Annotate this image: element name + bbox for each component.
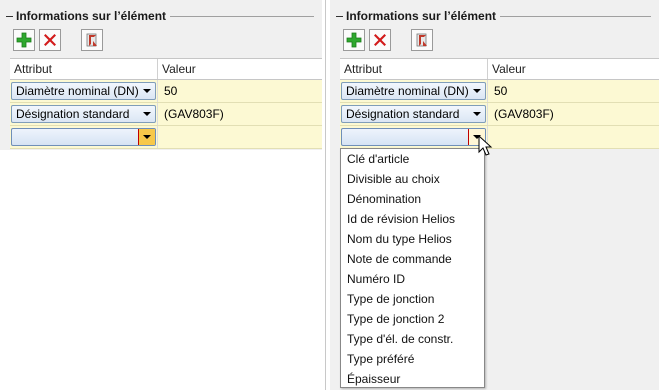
new-attribute-combobox[interactable] bbox=[11, 128, 156, 146]
chevron-down-icon bbox=[143, 135, 151, 139]
dropdown-option[interactable]: Épaisseur bbox=[341, 369, 484, 389]
attribute-grid: Attribut Valeur Diamètre nominal (DN) 50… bbox=[10, 58, 322, 149]
dropdown-option[interactable]: Divisible au choix bbox=[341, 169, 484, 189]
add-icon bbox=[346, 32, 362, 48]
dropdown-option[interactable]: Type de jonction 2 bbox=[341, 309, 484, 329]
dropdown-option[interactable]: Dénomination bbox=[341, 189, 484, 209]
grid-header: Attribut Valeur bbox=[10, 58, 322, 80]
table-row[interactable] bbox=[10, 126, 322, 149]
dropdown-option[interactable]: Type préféré bbox=[341, 349, 484, 369]
column-header-attribute: Attribut bbox=[340, 59, 488, 79]
value-cell[interactable]: (GAV803F) bbox=[488, 103, 554, 125]
chevron-down-icon bbox=[143, 89, 151, 93]
toolbar bbox=[343, 29, 437, 51]
table-row[interactable] bbox=[340, 126, 659, 149]
delete-button[interactable] bbox=[369, 29, 391, 51]
attribute-combobox[interactable]: Désignation standard bbox=[341, 105, 486, 123]
dropdown-option[interactable]: Id de révision Helios bbox=[341, 209, 484, 229]
chevron-down-icon bbox=[473, 112, 481, 116]
group-title: Informations sur l’élément bbox=[346, 9, 497, 23]
table-row[interactable]: Désignation standard (GAV803F) bbox=[340, 103, 659, 126]
value-cell[interactable]: 50 bbox=[488, 80, 507, 102]
toolbar bbox=[13, 29, 107, 51]
value-cell[interactable]: (GAV803F) bbox=[158, 103, 224, 125]
attribute-grid: Attribut Valeur Diamètre nominal (DN) 50… bbox=[340, 58, 659, 149]
table-row[interactable]: Diamètre nominal (DN) 50 bbox=[10, 80, 322, 103]
value-cell[interactable]: 50 bbox=[158, 80, 177, 102]
edit-button[interactable] bbox=[411, 29, 433, 51]
add-icon bbox=[16, 32, 32, 48]
new-attribute-combobox[interactable] bbox=[341, 128, 486, 146]
dropdown-option[interactable]: Type de jonction bbox=[341, 289, 484, 309]
dropdown-option[interactable]: Note de commande bbox=[341, 249, 484, 269]
add-button[interactable] bbox=[13, 29, 35, 51]
edit-button[interactable] bbox=[81, 29, 103, 51]
chevron-down-icon bbox=[143, 112, 151, 116]
edit-icon bbox=[416, 33, 427, 47]
dropdown-option[interactable]: Numéro ID bbox=[341, 269, 484, 289]
add-button[interactable] bbox=[343, 29, 365, 51]
edit-icon bbox=[86, 33, 97, 47]
mouse-cursor-icon bbox=[478, 135, 493, 156]
delete-button[interactable] bbox=[39, 29, 61, 51]
group-title: Informations sur l’élément bbox=[16, 9, 167, 23]
table-row[interactable]: Désignation standard (GAV803F) bbox=[10, 103, 322, 126]
group-header: Informations sur l’élément bbox=[336, 8, 659, 24]
dropdown-option[interactable]: Clé d'article bbox=[341, 149, 484, 169]
column-header-value: Valeur bbox=[162, 62, 196, 76]
group-header: Informations sur l’élément bbox=[6, 8, 322, 24]
delete-icon bbox=[374, 34, 386, 46]
attribute-combobox[interactable]: Désignation standard bbox=[11, 105, 156, 123]
delete-icon bbox=[44, 34, 56, 46]
attribute-combobox[interactable]: Diamètre nominal (DN) bbox=[11, 82, 156, 100]
dropdown-option[interactable]: Nom du type Helios bbox=[341, 229, 484, 249]
dropdown-option[interactable]: Type d'él. de constr. bbox=[341, 329, 484, 349]
divider bbox=[325, 0, 326, 390]
chevron-down-icon bbox=[473, 89, 481, 93]
column-header-value: Valeur bbox=[492, 62, 526, 76]
value-cell[interactable] bbox=[158, 126, 164, 148]
attribute-dropdown-list[interactable]: Clé d'article Divisible au choix Dénomin… bbox=[340, 148, 485, 388]
table-row[interactable]: Diamètre nominal (DN) 50 bbox=[340, 80, 659, 103]
dropdown-button[interactable] bbox=[138, 129, 155, 145]
grid-header: Attribut Valeur bbox=[340, 58, 659, 80]
panel-separator bbox=[322, 0, 330, 390]
attribute-combobox[interactable]: Diamètre nominal (DN) bbox=[341, 82, 486, 100]
column-header-attribute: Attribut bbox=[10, 59, 158, 79]
left-panel: Informations sur l’élément Attribut Vale… bbox=[0, 0, 322, 390]
empty-area bbox=[0, 150, 322, 390]
